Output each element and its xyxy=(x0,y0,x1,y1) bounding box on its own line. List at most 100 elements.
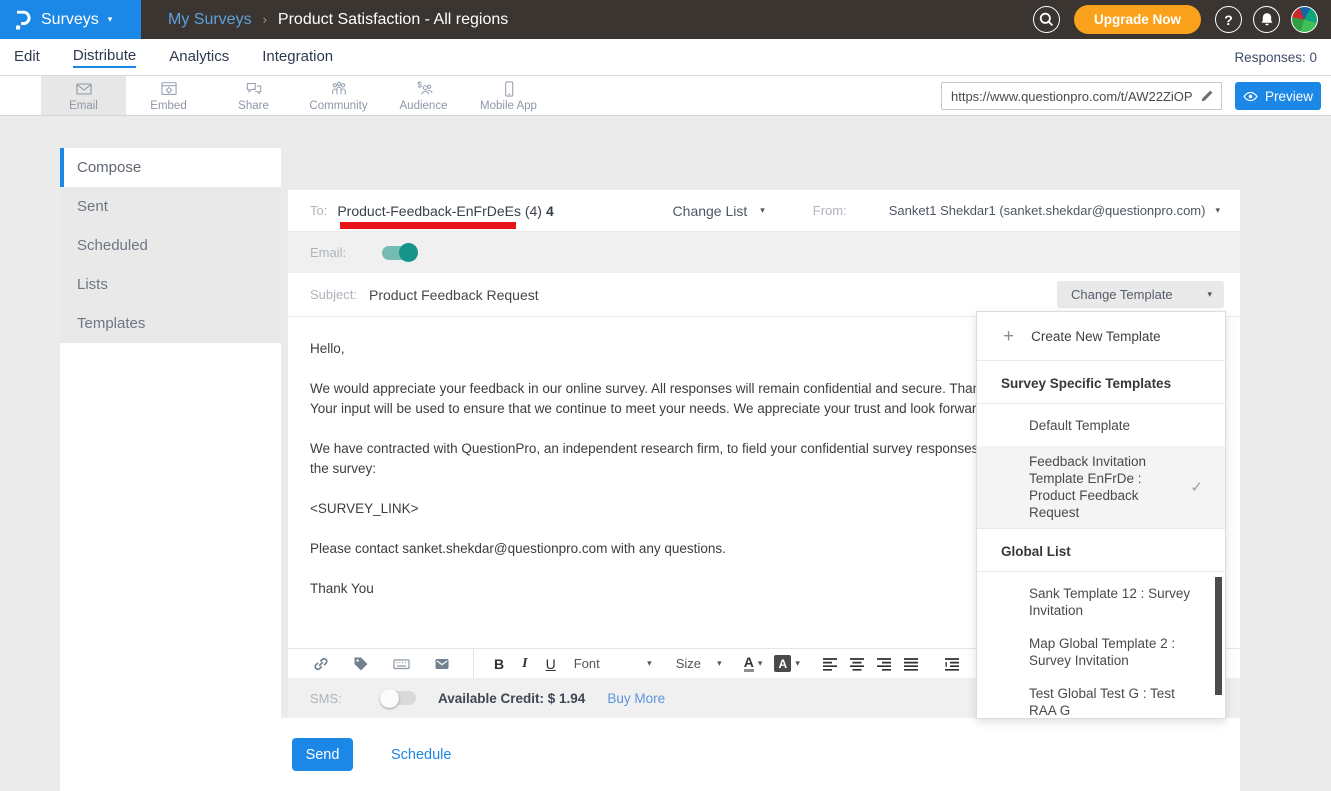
responses-count: Responses: 0 xyxy=(1234,50,1317,65)
community-people-icon xyxy=(329,79,349,99)
top-header: Surveys ▾ My Surveys › Product Satisfact… xyxy=(0,0,1331,39)
channel-email[interactable]: Email xyxy=(41,76,126,115)
email-label: Email: xyxy=(310,245,365,260)
audience-dollar-people-icon: $ xyxy=(414,79,434,99)
align-right-icon[interactable] xyxy=(876,656,892,672)
sms-label: SMS: xyxy=(310,691,365,706)
email-message-icon[interactable] xyxy=(433,655,451,673)
indent-icon[interactable] xyxy=(943,656,960,672)
email-sidebar: Compose Sent Scheduled Lists Templates xyxy=(60,148,281,791)
align-justify-icon[interactable] xyxy=(903,656,919,672)
available-credit: Available Credit: $ 1.94 xyxy=(438,691,585,706)
email-toggle[interactable] xyxy=(382,246,416,260)
change-template-dropdown[interactable]: Change Template ▾ xyxy=(1057,281,1224,308)
sms-toggle[interactable] xyxy=(382,691,416,705)
plus-icon: + xyxy=(1003,327,1014,346)
italic-button[interactable]: I xyxy=(522,657,527,671)
breadcrumb-separator-icon: › xyxy=(263,12,267,27)
font-size-dropdown[interactable]: Size ▾ xyxy=(676,656,722,671)
sidebar-item-templates[interactable]: Templates xyxy=(60,304,281,343)
chevron-down-icon: ▾ xyxy=(760,205,765,216)
send-button[interactable]: Send xyxy=(292,738,353,771)
from-address-dropdown[interactable]: Sanket1 Shekdar1 (sanket.shekdar@questio… xyxy=(889,203,1220,218)
notifications-button[interactable] xyxy=(1253,6,1280,33)
share-bubbles-icon xyxy=(244,79,264,99)
email-toggle-row: Email: xyxy=(288,232,1240,273)
insert-link-icon[interactable] xyxy=(312,655,330,673)
edit-url-button[interactable] xyxy=(1200,89,1221,103)
keyboard-icon[interactable] xyxy=(392,655,411,673)
create-new-template-item[interactable]: + Create New Template xyxy=(977,312,1225,361)
subject-value[interactable]: Product Feedback Request xyxy=(369,287,539,303)
font-family-dropdown[interactable]: Font ▾ xyxy=(574,656,652,671)
schedule-link[interactable]: Schedule xyxy=(391,747,451,763)
template-item-global[interactable]: Sank Template 12 : Survey Invitation xyxy=(1029,585,1199,619)
channel-mobile-app[interactable]: Mobile App xyxy=(466,76,551,115)
help-button[interactable]: ? xyxy=(1215,6,1242,33)
questionpro-distribute-page: Surveys ▾ My Surveys › Product Satisfact… xyxy=(0,0,1331,791)
questionpro-logo-icon xyxy=(13,9,32,31)
template-item-global[interactable]: Map Global Template 2 : Survey Invitatio… xyxy=(1029,635,1199,669)
scrollbar-thumb[interactable] xyxy=(1215,577,1222,695)
distribute-channel-bar: Email Embed Share Community $ Audience M… xyxy=(0,76,1331,116)
svg-text:$: $ xyxy=(417,79,422,89)
preview-button[interactable]: Preview xyxy=(1235,82,1321,110)
sidebar-item-compose[interactable]: Compose xyxy=(60,148,281,187)
tag-icon[interactable] xyxy=(352,655,370,673)
text-color-dropdown[interactable]: A ▾ xyxy=(744,655,763,673)
from-label: From: xyxy=(813,203,847,218)
channel-community[interactable]: Community xyxy=(296,76,381,115)
channel-embed[interactable]: Embed xyxy=(126,76,211,115)
sidebar-item-sent[interactable]: Sent xyxy=(60,187,281,226)
compose-actions: Send Schedule xyxy=(60,718,1240,791)
recipient-row: To: Product-Feedback-EnFrDeEs (4)4 Chang… xyxy=(288,190,1240,232)
template-item-selected[interactable]: Feedback Invitation Template EnFrDe : Pr… xyxy=(977,446,1225,529)
chevron-down-icon: ▾ xyxy=(1215,205,1220,216)
recipient-list-name[interactable]: Product-Feedback-EnFrDeEs (4)4 xyxy=(337,203,553,219)
channel-audience[interactable]: $ Audience xyxy=(381,76,466,115)
survey-specific-templates-header: Survey Specific Templates xyxy=(977,361,1225,404)
product-name: Surveys xyxy=(41,11,99,29)
chevron-down-icon: ▾ xyxy=(647,658,652,669)
underline-button[interactable]: U xyxy=(546,657,556,671)
bold-button[interactable]: B xyxy=(494,657,504,671)
tab-edit[interactable]: Edit xyxy=(14,48,40,67)
chevron-down-icon: ▾ xyxy=(108,15,113,24)
upgrade-now-button[interactable]: Upgrade Now xyxy=(1074,5,1201,34)
recipient-count: 4 xyxy=(546,203,554,219)
survey-url-input[interactable] xyxy=(942,89,1200,104)
header-actions: Upgrade Now ? xyxy=(1033,5,1331,34)
sidebar-item-lists[interactable]: Lists xyxy=(60,265,281,304)
search-button[interactable] xyxy=(1033,6,1060,33)
embed-window-gear-icon xyxy=(159,79,179,99)
recipient-underline xyxy=(340,222,516,229)
envelope-icon xyxy=(74,79,94,99)
chevron-down-icon: ▾ xyxy=(1207,289,1212,300)
align-center-icon[interactable] xyxy=(849,656,865,672)
breadcrumb: My Surveys › Product Satisfaction - All … xyxy=(168,11,508,29)
template-item-default[interactable]: Default Template xyxy=(977,404,1225,446)
change-template-menu: + Create New Template Survey Specific Te… xyxy=(976,311,1226,719)
tab-integration[interactable]: Integration xyxy=(262,48,333,67)
change-list-dropdown[interactable]: Change List ▾ xyxy=(673,203,765,219)
global-list-header: Global List xyxy=(977,529,1225,572)
background-color-dropdown[interactable]: A ▾ xyxy=(774,655,800,672)
search-icon xyxy=(1039,12,1054,27)
align-left-icon[interactable] xyxy=(822,656,838,672)
bell-icon xyxy=(1260,12,1274,27)
tab-distribute[interactable]: Distribute xyxy=(73,47,136,68)
survey-url-box xyxy=(941,82,1222,110)
product-switcher[interactable]: Surveys ▾ xyxy=(0,0,141,39)
template-item-global[interactable]: Test Global Test G : Test RAA G xyxy=(1029,685,1199,718)
breadcrumb-my-surveys[interactable]: My Surveys xyxy=(168,11,252,29)
chevron-down-icon: ▾ xyxy=(758,658,763,669)
channel-share[interactable]: Share xyxy=(211,76,296,115)
tab-analytics[interactable]: Analytics xyxy=(169,48,229,67)
chevron-down-icon: ▾ xyxy=(717,658,722,669)
chevron-down-icon: ▾ xyxy=(795,658,800,669)
buy-more-link[interactable]: Buy More xyxy=(607,691,665,706)
mobile-phone-icon xyxy=(499,79,519,99)
user-avatar[interactable] xyxy=(1291,6,1318,33)
sidebar-item-scheduled[interactable]: Scheduled xyxy=(60,226,281,265)
subject-label: Subject: xyxy=(310,287,357,302)
